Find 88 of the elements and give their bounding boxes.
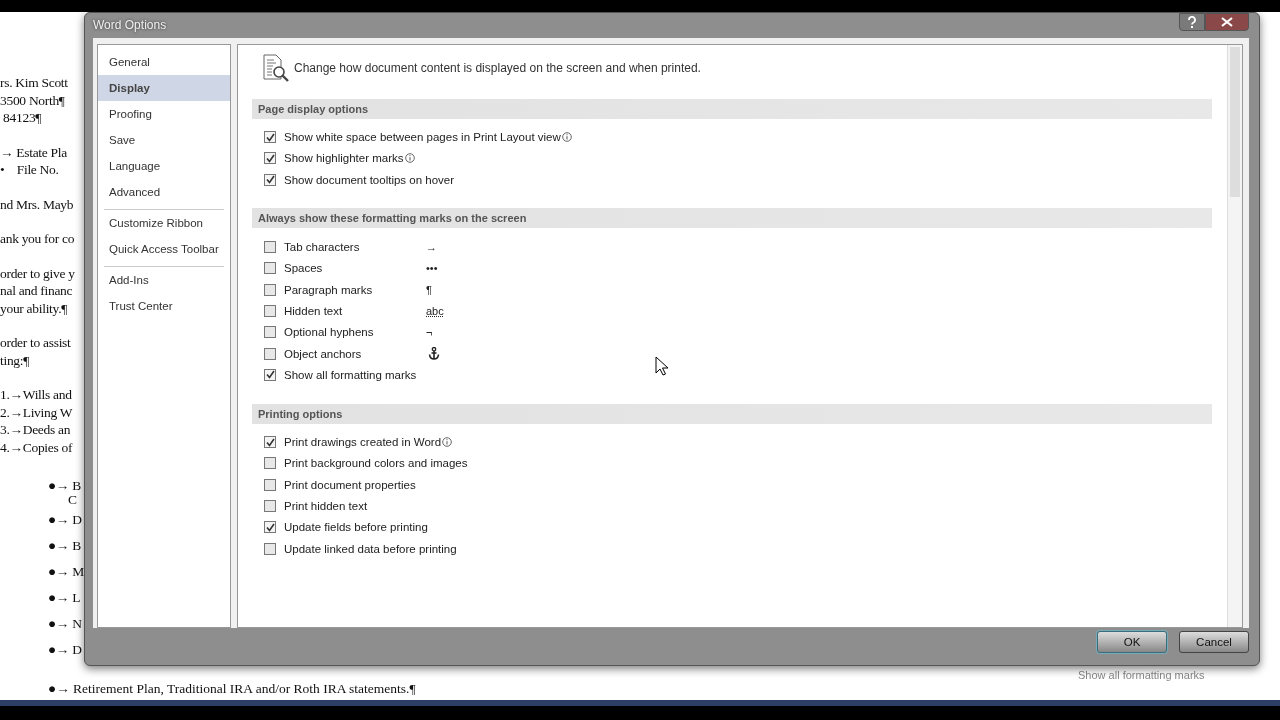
checkbox[interactable] bbox=[264, 262, 276, 275]
checkbox[interactable] bbox=[264, 131, 276, 144]
cursor-icon bbox=[655, 356, 669, 376]
option-label: Print hidden text bbox=[284, 500, 368, 513]
document-text: ●→ D bbox=[48, 641, 82, 659]
document-text: 1.→Wills and bbox=[0, 386, 72, 404]
formatting-mark: → bbox=[426, 241, 437, 254]
checkbox[interactable] bbox=[264, 304, 276, 317]
document-text: ●→ Retirement Plan, Traditional IRA and/or Roth IRA statements.¶ bbox=[48, 681, 416, 697]
status-text: Show all formatting marks bbox=[1078, 669, 1205, 681]
document-text: 4.→Copies of bbox=[0, 438, 73, 456]
document-text: ●→ D bbox=[48, 511, 82, 529]
category-item[interactable]: Customize Ribbon bbox=[98, 209, 230, 236]
checkbox[interactable] bbox=[264, 326, 276, 339]
scrollbar[interactable] bbox=[1227, 44, 1242, 627]
cancel-button[interactable]: Cancel bbox=[1179, 631, 1249, 654]
window-title: Word Options bbox=[93, 18, 167, 33]
document-text: ●→ B bbox=[48, 477, 81, 495]
checkbox[interactable] bbox=[264, 173, 276, 186]
document-text: 84123¶ bbox=[2, 109, 42, 127]
document-text: ●→ M bbox=[48, 563, 84, 581]
option-label: Object anchors bbox=[284, 347, 362, 360]
formatting-mark: ¬ bbox=[426, 326, 433, 339]
category-item[interactable]: Advanced bbox=[98, 178, 230, 205]
option-label: Optional hyphens bbox=[284, 326, 374, 339]
document-text: ●→ L bbox=[48, 589, 81, 607]
category-item[interactable]: Save bbox=[98, 126, 230, 153]
section-header: Page display options bbox=[252, 98, 1212, 119]
section-header: Printing options bbox=[252, 403, 1212, 424]
checkbox[interactable] bbox=[264, 241, 276, 254]
option-label: Tab characters bbox=[284, 241, 360, 254]
option-label: Spaces bbox=[284, 262, 323, 275]
category-item[interactable]: Quick Access Toolbar bbox=[98, 235, 230, 262]
close-button[interactable] bbox=[1205, 13, 1249, 31]
document-text: → Estate Pla bbox=[0, 143, 67, 161]
close-icon bbox=[1221, 17, 1233, 27]
option-label: Print drawings created in Word bbox=[284, 436, 442, 449]
checkbox[interactable] bbox=[264, 368, 276, 381]
category-item[interactable]: General bbox=[98, 48, 230, 75]
document-text: 3500 North¶ bbox=[0, 91, 65, 109]
checkbox[interactable] bbox=[264, 152, 276, 165]
document-text: ank you for co bbox=[0, 230, 75, 248]
option-label: Show all formatting marks bbox=[284, 368, 417, 381]
option-label: Print background colors and images bbox=[284, 457, 468, 470]
option-label: Show white space between pages in Print Layout view bbox=[284, 131, 561, 144]
category-item[interactable]: Trust Center bbox=[98, 292, 230, 319]
category-item[interactable]: Language bbox=[98, 152, 230, 179]
ok-button[interactable]: OK bbox=[1097, 631, 1167, 654]
document-text: 2.→Living W bbox=[0, 403, 73, 421]
anchor-icon bbox=[428, 347, 440, 361]
option-label: Print document properties bbox=[284, 478, 416, 491]
category-item[interactable]: Add-Ins bbox=[98, 266, 230, 293]
intro-text: Change how document content is displayed on the screen and when printed. bbox=[294, 60, 701, 75]
document-text: order to assist bbox=[0, 334, 71, 352]
option-label: Show document tooltips on hover bbox=[284, 173, 455, 186]
section-header: Always show these formatting marks on the screen bbox=[252, 208, 1212, 229]
document-text: ●→ B bbox=[48, 537, 81, 555]
help-icon bbox=[1187, 16, 1197, 28]
checkbox[interactable] bbox=[264, 347, 276, 360]
option-label: Update linked data before printing bbox=[284, 542, 457, 555]
document-text: ●→ N bbox=[48, 615, 82, 633]
document-text: C bbox=[68, 493, 77, 507]
option-label: Paragraph marks bbox=[284, 283, 373, 296]
document-text: • File No. bbox=[0, 161, 59, 179]
document-text: nal and financ bbox=[0, 282, 73, 300]
category-item[interactable]: Proofing bbox=[98, 100, 230, 127]
checkbox[interactable] bbox=[264, 478, 276, 491]
checkbox[interactable] bbox=[264, 500, 276, 513]
help-button[interactable] bbox=[1179, 13, 1205, 31]
formatting-mark: ••• bbox=[426, 262, 438, 275]
checkbox[interactable] bbox=[264, 521, 276, 534]
document-text: rs. Kim Scott bbox=[0, 74, 68, 92]
category-item[interactable]: Display bbox=[98, 74, 230, 101]
option-label: Hidden text bbox=[284, 304, 343, 317]
checkbox[interactable] bbox=[264, 457, 276, 470]
document-text: order to give y bbox=[0, 264, 75, 282]
document-text: nd Mrs. Mayb bbox=[0, 195, 74, 213]
document-text: ting:¶ bbox=[0, 351, 30, 369]
document-text: your ability.¶ bbox=[0, 299, 68, 317]
option-label: Update fields before printing bbox=[284, 521, 428, 534]
document-text: 3.→Deeds an bbox=[0, 421, 71, 439]
option-label: Show highlighter marks bbox=[284, 152, 404, 165]
document-search-icon bbox=[262, 53, 290, 82]
checkbox[interactable] bbox=[264, 436, 276, 449]
formatting-mark: abc bbox=[426, 304, 444, 317]
checkbox[interactable] bbox=[264, 283, 276, 296]
formatting-mark: ¶ bbox=[426, 283, 432, 296]
checkbox[interactable] bbox=[264, 542, 276, 555]
